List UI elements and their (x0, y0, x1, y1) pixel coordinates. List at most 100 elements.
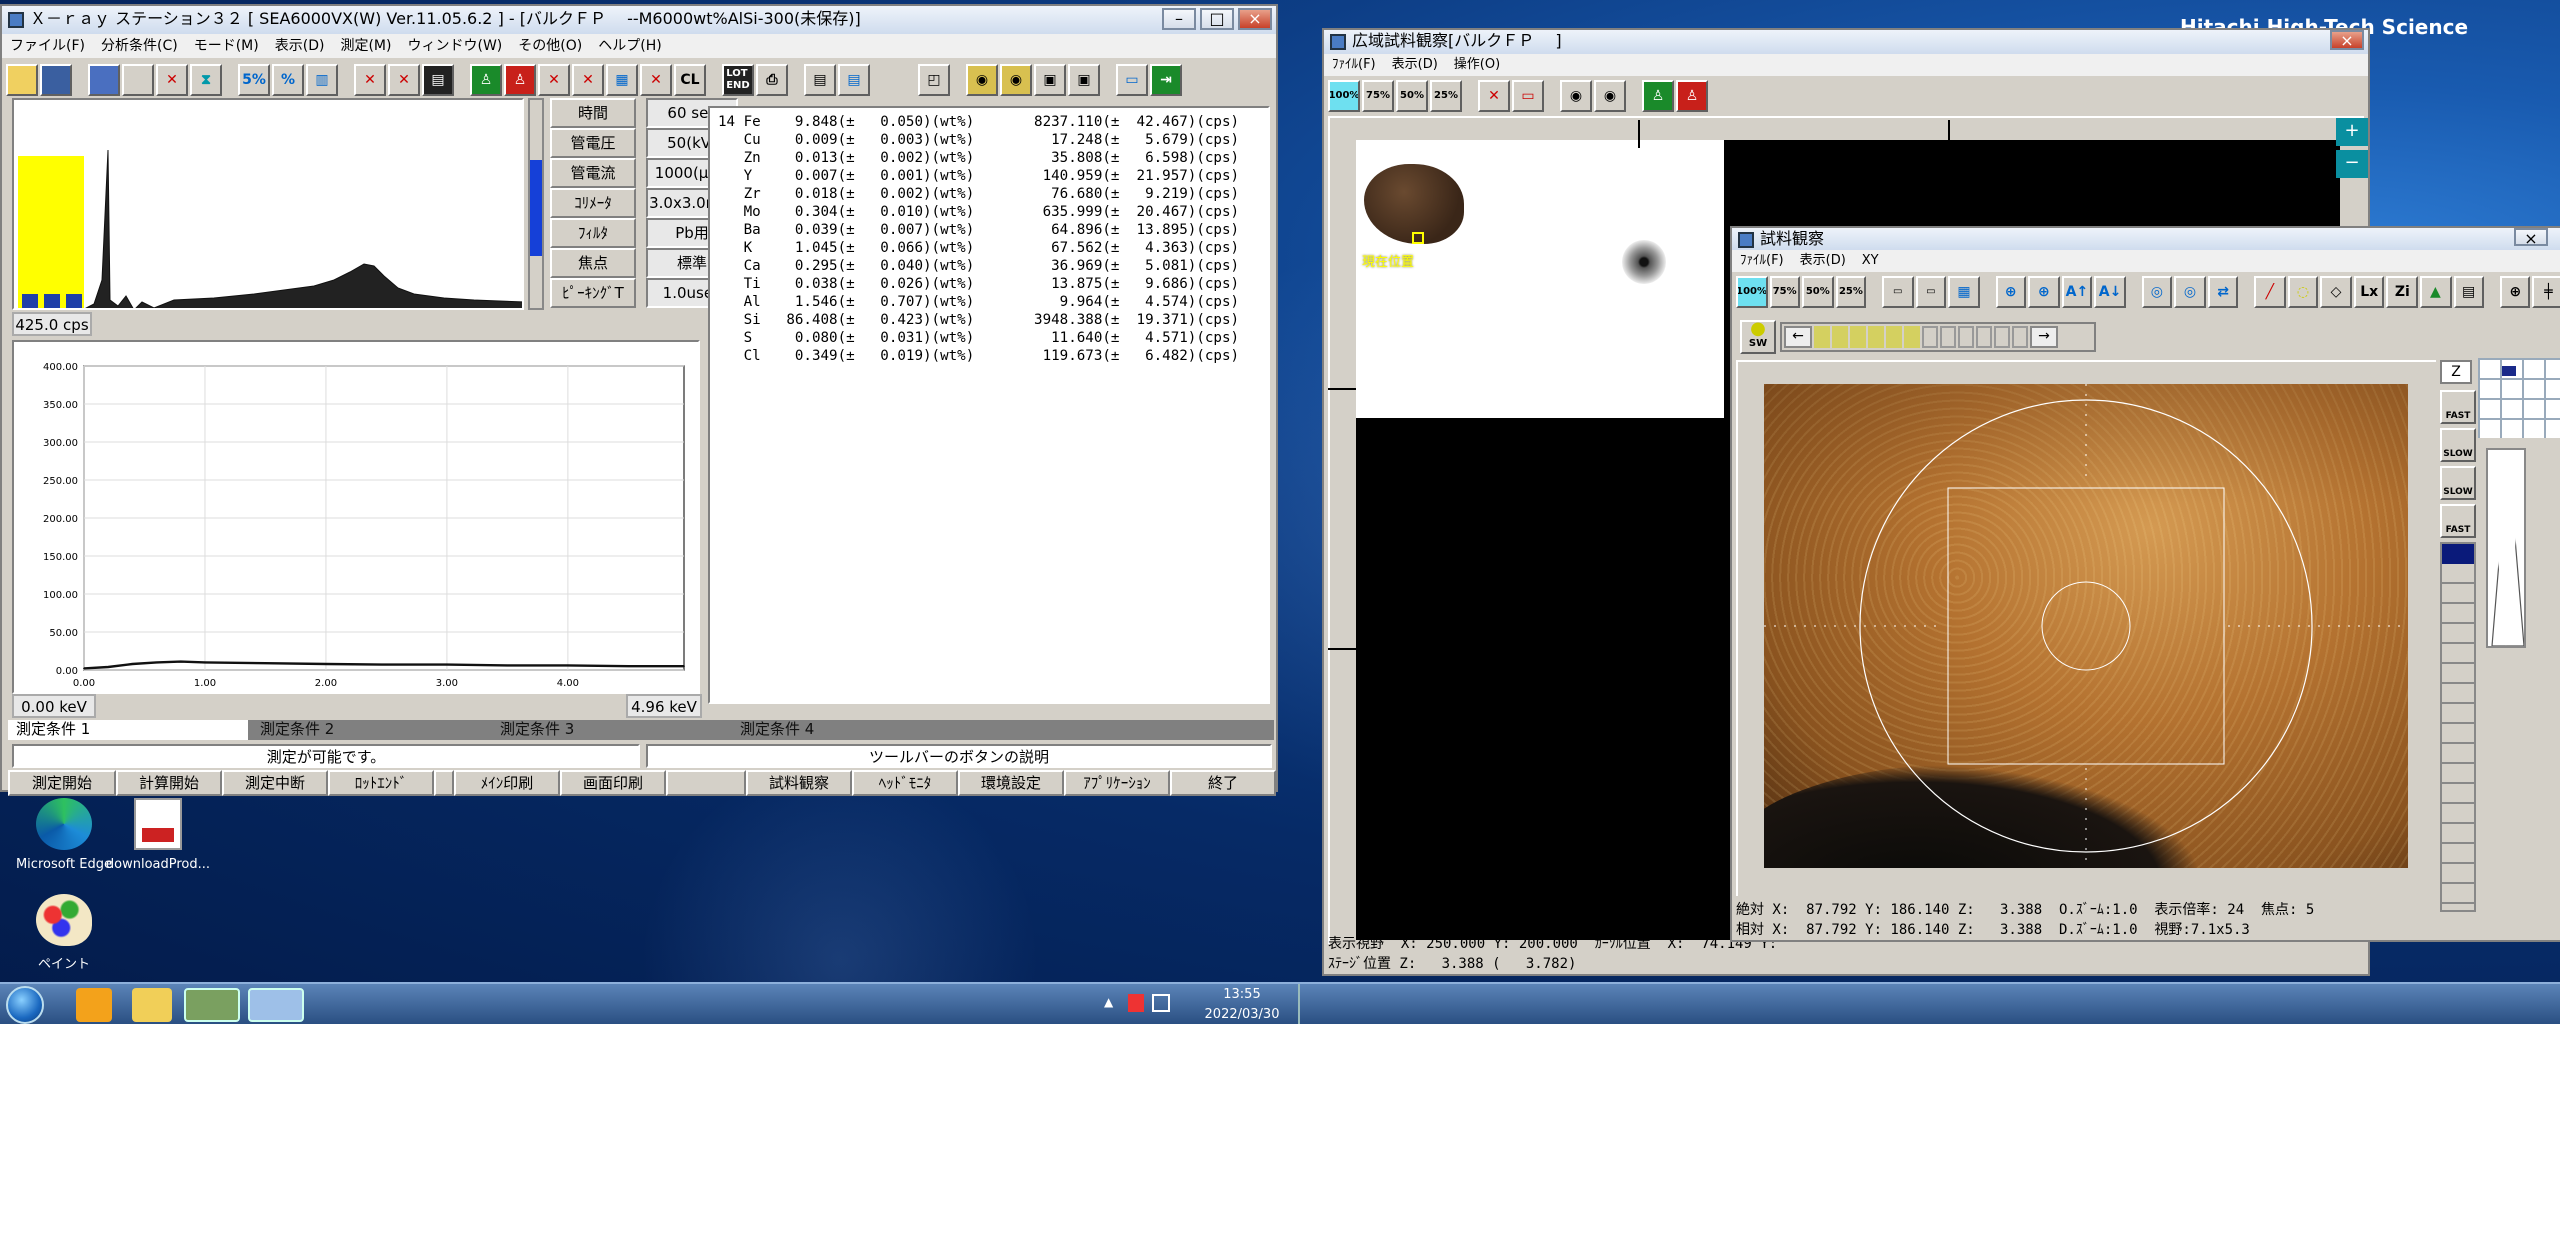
result-row[interactable]: Cl 0.349(± 0.019)(wt%) 119.673(± 6.482)(… (718, 346, 1260, 364)
result-row[interactable]: Ti 0.038(± 0.026)(wt%) 13.875(± 9.686)(c… (718, 274, 1260, 292)
obs-close-button[interactable]: × (2514, 228, 2548, 248)
save-icon[interactable] (40, 64, 72, 96)
tray-network-icon[interactable] (1152, 994, 1170, 1012)
zoom-out-icon[interactable]: − (2336, 150, 2368, 178)
zi-icon[interactable]: Zi (2386, 276, 2418, 308)
calibrate-icon[interactable] (88, 64, 120, 96)
result-row[interactable]: Y 0.007(± 0.001)(wt%) 140.959(± 21.957)(… (718, 166, 1260, 184)
delete-a-icon[interactable]: ✕ (354, 64, 386, 96)
menu-file[interactable]: ファイル(F) (2, 34, 93, 58)
wide-titlebar[interactable]: 広域試料観察[バルクＦＰ ] × (1324, 30, 2368, 54)
taskbar-folder-icon[interactable] (132, 988, 172, 1022)
delete-b-icon[interactable]: ✕ (388, 64, 420, 96)
wide-menu-view[interactable]: 表示(D) (1384, 54, 1446, 76)
camera-out-icon[interactable]: ◉ (1594, 80, 1626, 112)
percent-icon[interactable]: % (272, 64, 304, 96)
device2-icon[interactable]: ▣ (1068, 64, 1100, 96)
stage-position-bar[interactable] (2440, 542, 2476, 912)
camera2-icon[interactable]: ◉ (1000, 64, 1032, 96)
cl-icon[interactable]: CL (674, 64, 706, 96)
target-icon[interactable]: ◇ (2320, 276, 2352, 308)
exit-button[interactable]: 終了 (1170, 770, 1276, 796)
person-out-icon[interactable]: ♙ (1676, 80, 1708, 112)
start-measure-button[interactable]: 測定開始 (8, 770, 116, 796)
intensity-gauge[interactable] (528, 98, 544, 310)
result-row[interactable]: S 0.080(± 0.031)(wt%) 11.640(± 4.571)(cp… (718, 328, 1260, 346)
fast-icon[interactable]: ▭ (1882, 276, 1914, 308)
result-row[interactable]: Zn 0.013(± 0.002)(wt%) 35.808(± 6.598)(c… (718, 148, 1260, 166)
application-button[interactable]: ｱﾌﾟﾘｹｰｼｮﾝ (1064, 770, 1170, 796)
head-monitor-button[interactable]: ﾍｯﾄﾞﾓﾆﾀ (852, 770, 958, 796)
results-panel[interactable]: 14 Fe 9.848(± 0.050)(wt%) 8237.110(± 42.… (708, 106, 1270, 704)
open-icon[interactable] (6, 64, 38, 96)
grid-icon[interactable]: ▦ (1948, 276, 1980, 308)
menu-measure[interactable]: 測定(M) (332, 34, 399, 58)
stage-up-fast-button[interactable]: FAST (2440, 390, 2476, 424)
tray-up-icon[interactable]: ▲ (1104, 996, 1113, 1010)
tab-condition-2[interactable]: 測定条件 2 (248, 720, 488, 740)
menu-help[interactable]: ヘルプ(H) (590, 34, 669, 58)
slider-right-arrow[interactable]: → (2030, 325, 2058, 347)
wide-close-button[interactable]: × (2330, 30, 2364, 50)
no-print-icon[interactable]: ✕ (640, 64, 672, 96)
minimize-button[interactable]: – (1162, 8, 1196, 30)
obs-menu-file[interactable]: ﾌｧｲﾙ(F) (1732, 250, 1792, 272)
monitor-icon[interactable]: ▭ (1116, 64, 1148, 96)
zoom-50-button[interactable]: 50% (1396, 80, 1428, 112)
five-percent-icon[interactable]: 5% (238, 64, 270, 96)
zoom-in-icon[interactable]: + (2336, 118, 2368, 146)
tab-condition-3[interactable]: 測定条件 3 (488, 720, 728, 740)
screen-print-button[interactable]: 画面印刷 (560, 770, 666, 796)
sample-icon[interactable] (122, 64, 154, 96)
menu-view[interactable]: 表示(D) (267, 34, 333, 58)
result-row[interactable]: Ca 0.295(± 0.040)(wt%) 36.969(± 5.081)(c… (718, 256, 1260, 274)
z-grid[interactable] (2478, 358, 2560, 438)
focus-icon[interactable]: ◎ (2141, 276, 2173, 308)
menu-window[interactable]: ウィンドウ(W) (400, 34, 511, 58)
obs-zoom-25-button[interactable]: 25% (1835, 276, 1867, 308)
wide-sample-image[interactable]: 現在位置 (1356, 140, 1724, 418)
tab-condition-1[interactable]: 測定条件 1 (8, 720, 248, 740)
sw-light-icon[interactable]: ● SW (1740, 319, 1776, 353)
result-row[interactable]: Ba 0.039(± 0.007)(wt%) 64.896(± 13.895)(… (718, 220, 1260, 238)
result-row[interactable]: Cu 0.009(± 0.003)(wt%) 17.248(± 5.679)(c… (718, 130, 1260, 148)
chart-icon[interactable]: ▤ (422, 64, 454, 96)
tab-condition-4[interactable]: 測定条件 4 (728, 720, 968, 740)
obs-titlebar[interactable]: 試料観察 × (1732, 228, 2560, 250)
sample-view-button[interactable]: 試料観察 (746, 770, 852, 796)
observation-area[interactable] (1736, 360, 2436, 896)
lot-end-button[interactable]: ﾛｯﾄｴﾝﾄﾞ (328, 770, 434, 796)
main-print-button[interactable]: ﾒｲﾝ印刷 (454, 770, 560, 796)
device-icon[interactable]: ▣ (1034, 64, 1066, 96)
spectrum-panel[interactable] (12, 98, 524, 310)
arrow-up-icon[interactable]: ▲ (2419, 276, 2451, 308)
no-net-icon[interactable]: ✕ (572, 64, 604, 96)
crosshair-icon[interactable]: ⊕ (2499, 276, 2531, 308)
show-desktop-button[interactable] (1298, 984, 1314, 1024)
wide-menu-operate[interactable]: 操作(O) (1446, 54, 1508, 76)
no-sample-icon[interactable]: ✕ (538, 64, 570, 96)
taskbar-xray-icon[interactable] (184, 988, 240, 1022)
taskbar-window-icon[interactable] (248, 988, 304, 1022)
zoom-25-button[interactable]: 25% (1430, 80, 1462, 112)
spectrum-chart-panel[interactable]: 400.00 350.00 300.00 250.00 200.00 150.00 100.… (12, 340, 700, 694)
taskbar-media-icon[interactable] (76, 988, 112, 1022)
menu-other[interactable]: その他(O) (510, 34, 590, 58)
line-icon[interactable]: ╱ (2254, 276, 2286, 308)
camera-icon[interactable]: ◉ (966, 64, 998, 96)
result-row[interactable]: 14 Fe 9.848(± 0.050)(wt%) 8237.110(± 42.… (718, 112, 1260, 130)
menu-analysis[interactable]: 分析条件(C) (93, 34, 186, 58)
result-row[interactable]: Si 86.408(± 0.423)(wt%) 3948.388(± 19.37… (718, 310, 1260, 328)
result-row[interactable]: Al 1.546(± 0.707)(wt%) 9.964(± 4.574)(cp… (718, 292, 1260, 310)
spectrum-icon[interactable]: ▥ (306, 64, 338, 96)
zoom-100-button[interactable]: 100% (1328, 80, 1360, 112)
table-icon[interactable]: ▦ (606, 64, 638, 96)
scale-icon[interactable]: ╪ (2532, 276, 2560, 308)
slow-icon[interactable]: ▭ (1915, 276, 1947, 308)
stage-icon[interactable]: ▤ (2453, 276, 2485, 308)
lot-end-icon[interactable]: LOT END (722, 64, 754, 96)
a-down-icon[interactable]: A↓ (2094, 276, 2126, 308)
frame-icon[interactable]: ▭ (1512, 80, 1544, 112)
person-in-icon[interactable]: ♙ (470, 64, 502, 96)
light-icon[interactable]: ◌ (2287, 276, 2319, 308)
